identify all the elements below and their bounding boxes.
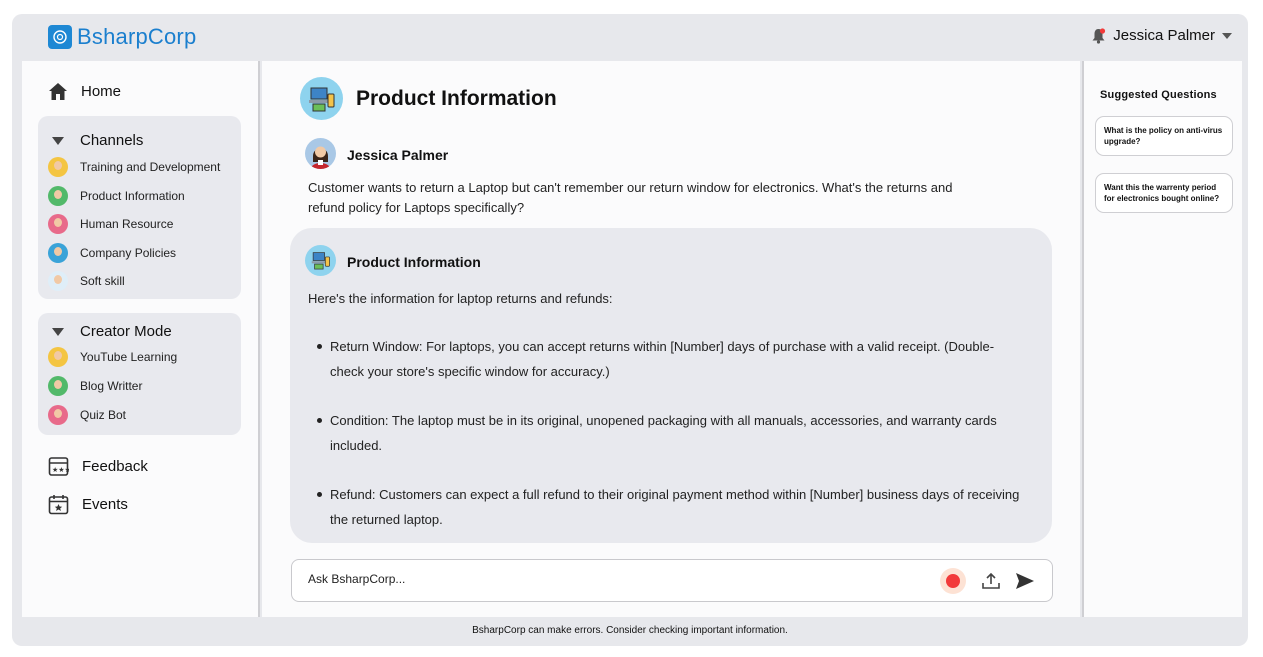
- nav-feedback-label: Feedback: [82, 458, 148, 475]
- avatar: [48, 242, 68, 263]
- sidebar: Home Channels Training and Development Pr…: [22, 61, 260, 617]
- record-icon: [946, 574, 960, 588]
- avatar: [48, 214, 68, 234]
- suggested-panel: Suggested Questions What is the policy o…: [1082, 61, 1242, 617]
- sidebar-item[interactable]: Training and Development: [48, 157, 220, 177]
- bot-intro-text: Here's the information for laptop return…: [308, 291, 613, 306]
- sidebar-item[interactable]: Soft skill: [48, 271, 125, 291]
- sidebar-item[interactable]: Quiz Bot: [48, 405, 126, 425]
- send-icon[interactable]: [1015, 571, 1035, 591]
- avatar: [48, 405, 68, 425]
- user-menu[interactable]: Jessica Palmer: [1091, 27, 1232, 44]
- list-item: Return Window: For laptops, you can acce…: [308, 334, 1020, 384]
- top-bar: BsharpCorp Jessica Palmer: [12, 14, 1248, 61]
- chat-input[interactable]: [308, 572, 908, 586]
- creator-toggle[interactable]: Creator Mode: [52, 323, 172, 340]
- page-title: Product Information: [356, 87, 557, 110]
- sidebar-item-label: Soft skill: [80, 274, 125, 288]
- product-info-icon: [305, 245, 336, 276]
- logo[interactable]: BsharpCorp: [48, 24, 196, 50]
- channels-toggle[interactable]: Channels: [52, 132, 143, 149]
- avatar: [48, 376, 68, 396]
- avatar: [305, 138, 336, 169]
- avatar: [48, 347, 68, 367]
- sidebar-item[interactable]: Product Information: [48, 185, 185, 206]
- avatar: [48, 157, 68, 177]
- sidebar-item-label: Product Information: [80, 188, 185, 203]
- chat-input-box: [291, 559, 1053, 602]
- sidebar-item-label: Human Resource: [80, 217, 174, 231]
- caret-down-icon: [52, 327, 64, 336]
- list-item: Refund: Customers can expect a full refu…: [308, 482, 1020, 532]
- nav-events[interactable]: Events: [48, 494, 128, 515]
- channels-group: Channels Training and Development Product…: [38, 116, 241, 299]
- calendar-icon: [48, 495, 69, 515]
- bullet-list: Return Window: For laptops, you can acce…: [308, 334, 1020, 556]
- nav-feedback[interactable]: ★★★ Feedback: [48, 456, 148, 477]
- user-message-text: Customer wants to return a Laptop but ca…: [308, 180, 953, 215]
- brand-name: BsharpCorp: [77, 24, 197, 49]
- avatar: [48, 271, 68, 291]
- sidebar-item[interactable]: Blog Writter: [48, 376, 142, 396]
- sidebar-item-label: YouTube Learning: [80, 350, 178, 364]
- bot-message: Product Information Here's the informati…: [290, 228, 1052, 543]
- suggested-question[interactable]: Want this the warrenty period for electr…: [1095, 173, 1233, 213]
- message-author: Product Information: [347, 254, 481, 270]
- sidebar-item-label: Company Policies: [80, 245, 177, 260]
- channels-label: Channels: [80, 132, 144, 149]
- caret-down-icon: [52, 136, 64, 145]
- list-item: Condition: The laptop must be in its ori…: [308, 408, 1020, 458]
- product-info-icon: [300, 77, 343, 120]
- nav-events-label: Events: [82, 496, 128, 513]
- chevron-down-icon[interactable]: [1222, 32, 1232, 39]
- message-author: Jessica Palmer: [347, 147, 449, 163]
- creator-label: Creator Mode: [80, 323, 172, 340]
- sidebar-item-label: Blog Writter: [80, 379, 143, 393]
- avatar: [48, 185, 68, 206]
- app-window: BsharpCorp Jessica Palmer Home Channels …: [12, 14, 1248, 646]
- nav-home-label: Home: [81, 83, 122, 100]
- user-name: Jessica Palmer: [1113, 27, 1215, 44]
- upload-icon[interactable]: [981, 571, 1001, 591]
- sidebar-item[interactable]: Company Policies: [48, 242, 177, 263]
- record-button[interactable]: [940, 568, 966, 594]
- home-icon: [49, 83, 67, 100]
- suggested-question[interactable]: What is the policy on anti-virus upgrade…: [1095, 116, 1233, 156]
- sidebar-item[interactable]: YouTube Learning: [48, 347, 177, 367]
- sidebar-item-label: Quiz Bot: [80, 408, 127, 422]
- sidebar-item-label: Training and Development: [80, 160, 221, 174]
- feedback-icon: ★★★: [48, 457, 69, 476]
- brand-logo-icon: [48, 25, 72, 49]
- nav-home[interactable]: Home: [48, 82, 121, 101]
- sidebar-item[interactable]: Human Resource: [48, 214, 173, 234]
- bell-icon[interactable]: [1091, 27, 1106, 44]
- chat-panel: Product Information Jessica Palmer Custo…: [262, 61, 1080, 617]
- suggested-title: Suggested Questions: [1100, 89, 1217, 101]
- disclaimer-text: BsharpCorp can make errors. Consider che…: [472, 625, 788, 636]
- creator-group: Creator Mode YouTube Learning Blog Writte…: [38, 313, 241, 435]
- svg-text:★★★: ★★★: [52, 466, 69, 474]
